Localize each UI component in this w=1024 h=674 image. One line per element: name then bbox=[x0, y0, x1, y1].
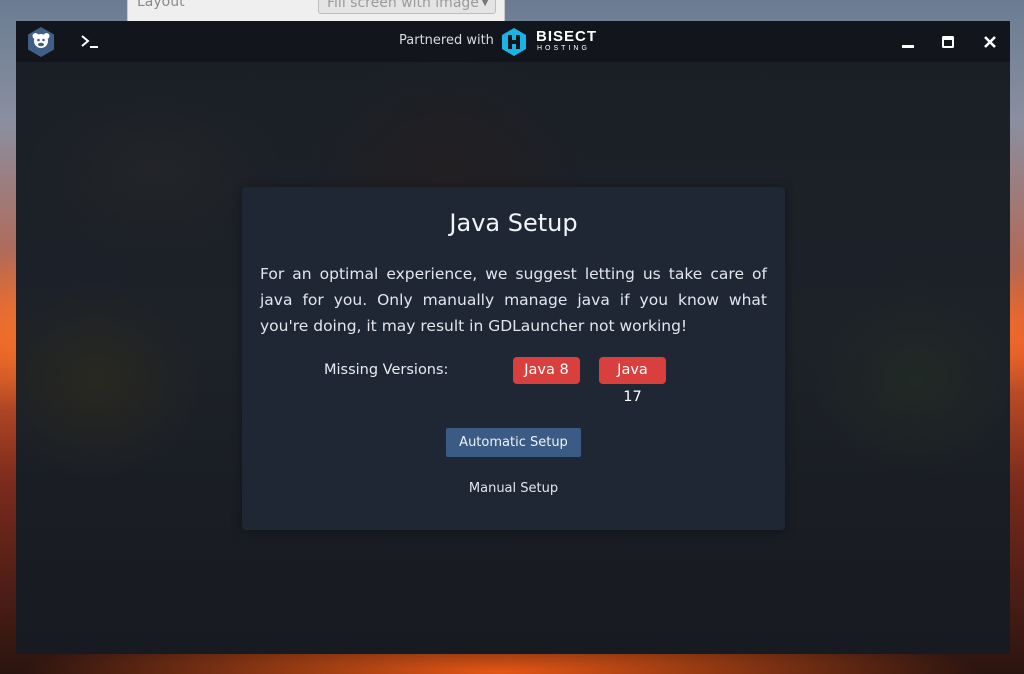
missing-version-badge-java17: Java 17 bbox=[599, 357, 666, 405]
java-setup-dialog: Java Setup For an optimal experience, we… bbox=[242, 187, 785, 530]
layout-label: Layout bbox=[137, 0, 185, 10]
automatic-setup-button[interactable]: Automatic Setup bbox=[446, 428, 581, 457]
missing-version-badge-java8: Java 8 bbox=[513, 357, 580, 384]
terminal-icon[interactable] bbox=[80, 33, 100, 51]
gdlauncher-logo-icon bbox=[28, 27, 54, 57]
minimize-icon[interactable] bbox=[900, 34, 916, 50]
background-settings-window: Layout Fill screen with image ▼ bbox=[127, 0, 505, 22]
layout-select-value: Fill screen with image bbox=[327, 0, 479, 11]
title-bar[interactable]: Partnered with BISECT HOSTING bbox=[16, 21, 1010, 62]
partner-text: Partnered with bbox=[399, 33, 494, 48]
layout-select[interactable]: Fill screen with image ▼ bbox=[318, 0, 496, 14]
bisect-brand-subtext: HOSTING bbox=[537, 45, 590, 52]
manual-setup-button[interactable]: Manual Setup bbox=[242, 481, 785, 496]
bisect-logo-icon[interactable] bbox=[501, 27, 527, 57]
maximize-icon[interactable] bbox=[940, 34, 956, 50]
chevron-down-icon: ▼ bbox=[481, 0, 489, 8]
dialog-title: Java Setup bbox=[449, 209, 578, 237]
gdlauncher-window: Partnered with BISECT HOSTING Java Setup… bbox=[16, 21, 1010, 654]
dialog-description: For an optimal experience, we suggest le… bbox=[260, 265, 767, 335]
bisect-brand-text[interactable]: BISECT bbox=[536, 29, 597, 44]
missing-versions-label: Missing Versions: bbox=[324, 362, 449, 378]
close-icon[interactable] bbox=[982, 34, 998, 50]
